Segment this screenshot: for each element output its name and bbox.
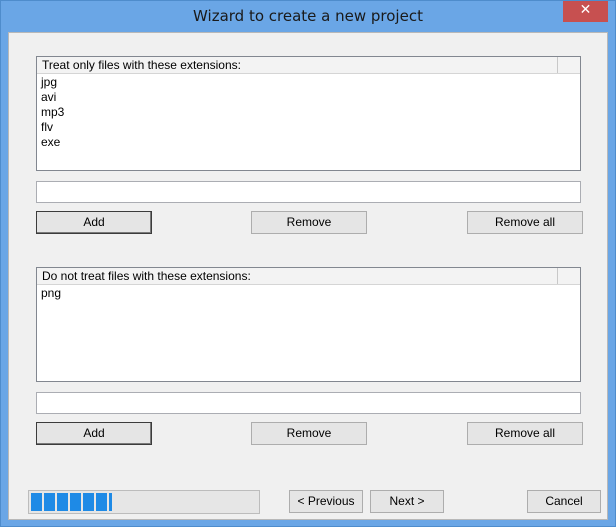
- exclude-extension-input[interactable]: [36, 392, 581, 414]
- next-button[interactable]: Next >: [370, 490, 444, 513]
- list-item[interactable]: exe: [41, 135, 64, 150]
- column-separator: [557, 268, 558, 284]
- include-list-header-label: Treat only files with these extensions:: [42, 58, 241, 72]
- close-icon: ✕: [579, 2, 592, 18]
- include-list-items: jpg avi mp3 flv exe: [41, 75, 64, 150]
- list-item[interactable]: png: [41, 286, 61, 301]
- close-button[interactable]: ✕: [563, 1, 608, 22]
- list-item[interactable]: avi: [41, 90, 64, 105]
- wizard-progress-bar: [28, 490, 260, 514]
- exclude-list-items: png: [41, 286, 61, 301]
- include-extension-input[interactable]: [36, 181, 581, 203]
- include-remove-all-button[interactable]: Remove all: [467, 211, 583, 234]
- wizard-client-area: Treat only files with these extensions: …: [8, 32, 608, 520]
- include-list-header[interactable]: Treat only files with these extensions:: [37, 57, 580, 74]
- exclude-extensions-list[interactable]: Do not treat files with these extensions…: [36, 267, 581, 382]
- include-extensions-list[interactable]: Treat only files with these extensions: …: [36, 56, 581, 171]
- exclude-add-button[interactable]: Add: [36, 422, 152, 445]
- include-add-button[interactable]: Add: [36, 211, 152, 234]
- list-item[interactable]: jpg: [41, 75, 64, 90]
- previous-button[interactable]: < Previous: [289, 490, 363, 513]
- list-item[interactable]: flv: [41, 120, 64, 135]
- progress-fill: [31, 493, 112, 511]
- include-remove-button[interactable]: Remove: [251, 211, 367, 234]
- exclude-remove-all-button[interactable]: Remove all: [467, 422, 583, 445]
- exclude-remove-button[interactable]: Remove: [251, 422, 367, 445]
- title-bar[interactable]: Wizard to create a new project ✕: [1, 1, 615, 32]
- exclude-list-header-label: Do not treat files with these extensions…: [42, 269, 251, 283]
- wizard-window: Wizard to create a new project ✕ Treat o…: [0, 0, 616, 527]
- cancel-button[interactable]: Cancel: [527, 490, 601, 513]
- exclude-list-header[interactable]: Do not treat files with these extensions…: [37, 268, 580, 285]
- list-item[interactable]: mp3: [41, 105, 64, 120]
- column-separator: [557, 57, 558, 73]
- window-title: Wizard to create a new project: [193, 7, 423, 25]
